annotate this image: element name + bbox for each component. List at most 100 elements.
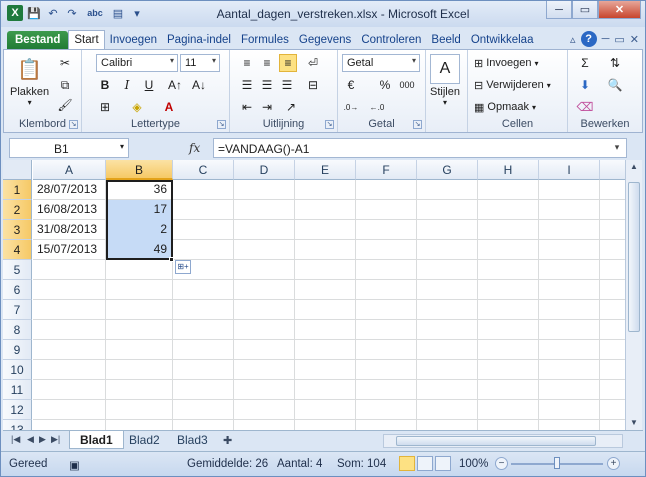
row-header-3[interactable]: 3 (3, 220, 32, 240)
cell-a3[interactable]: 31/08/2013 (34, 220, 105, 239)
row-header-7[interactable]: 7 (3, 300, 32, 320)
row-header-2[interactable]: 2 (3, 200, 32, 220)
cell-a2[interactable]: 16/08/2013 (34, 200, 105, 219)
horizontal-scrollbar[interactable] (383, 434, 623, 448)
row-header-10[interactable]: 10 (3, 360, 32, 380)
name-box[interactable]: B1 ▾ (9, 138, 129, 158)
align-right-icon[interactable]: ☰ (278, 76, 296, 94)
find-select-icon[interactable]: 🔍 (606, 76, 624, 94)
tab-invoegen[interactable]: Invoegen (105, 31, 162, 50)
align-center-icon[interactable]: ☰ (258, 76, 276, 94)
clipboard-launcher-icon[interactable]: ↘ (69, 120, 78, 129)
tab-formules[interactable]: Formules (236, 31, 294, 50)
formula-input[interactable]: =VANDAAG()-A1 ▾ (213, 138, 627, 158)
last-sheet-icon[interactable]: ▶| (51, 434, 60, 445)
sheet-tab-blad3[interactable]: Blad3 (167, 431, 218, 449)
grow-font-icon[interactable]: A↑ (166, 76, 184, 94)
column-header-c[interactable]: C (173, 160, 234, 180)
expand-formula-icon[interactable]: ▾ (610, 142, 624, 158)
first-sheet-icon[interactable]: |◀ (11, 434, 20, 445)
tab-pagina-indeling[interactable]: Pagina-indel (162, 31, 236, 50)
borders-icon[interactable]: ⊞ (96, 98, 114, 116)
font-name-select[interactable]: Calibri ▾ (96, 54, 178, 72)
row-header-9[interactable]: 9 (3, 340, 32, 360)
doc-close-icon[interactable]: ✕ (630, 33, 639, 46)
zoom-level[interactable]: 100% (459, 458, 488, 470)
fill-color-icon[interactable]: ◈ (128, 98, 146, 116)
cell-b4[interactable]: 49 (107, 240, 170, 259)
page-layout-view-icon[interactable] (417, 456, 433, 471)
vertical-scrollbar[interactable]: ▲ ▼ (625, 160, 642, 430)
paste-button[interactable]: 📋 Plakken ▾ (10, 54, 49, 108)
italic-button[interactable]: I (118, 76, 136, 94)
sheet-tab-blad1[interactable]: Blad1 (69, 431, 124, 449)
row-header-4[interactable]: 4 (3, 240, 32, 260)
align-left-icon[interactable]: ☰ (238, 76, 256, 94)
fill-handle[interactable] (169, 257, 174, 262)
align-bottom-icon[interactable]: ≡ (279, 54, 297, 72)
tab-beeld[interactable]: Beeld (426, 31, 465, 50)
fill-icon[interactable]: ⬇ (576, 76, 594, 94)
vertical-scroll-thumb[interactable] (628, 182, 640, 332)
worksheet-grid[interactable]: A B C D E F G H I 1 2 3 4 5 6 7 8 9 10 1… (3, 160, 625, 430)
percent-button[interactable]: % (376, 76, 394, 94)
scroll-down-icon[interactable]: ▼ (627, 416, 641, 430)
delete-cells-button[interactable]: ⊟ Verwijderen ▾ (474, 76, 551, 94)
tab-bestand[interactable]: Bestand (7, 31, 69, 50)
alignment-launcher-icon[interactable]: ↘ (325, 120, 334, 129)
currency-icon[interactable]: € (342, 76, 360, 94)
quick-analysis-icon[interactable]: ⊞+ (175, 260, 191, 274)
tab-ontwikkelaars[interactable]: Ontwikkelaa (466, 31, 539, 50)
shrink-font-icon[interactable]: A↓ (190, 76, 208, 94)
prev-sheet-icon[interactable]: ◀ (27, 434, 34, 445)
tab-controleren[interactable]: Controleren (356, 31, 426, 50)
increase-decimal-icon[interactable]: .0→ (342, 98, 360, 116)
styles-button[interactable]: A Stijlen ▾ (430, 54, 460, 107)
clear-icon[interactable]: ⌫ (576, 98, 594, 116)
column-header-h[interactable]: H (478, 160, 539, 180)
cell-b2[interactable]: 17 (107, 200, 170, 219)
minimize-button[interactable]: ─ (546, 1, 572, 19)
underline-button[interactable]: U (140, 76, 158, 94)
row-header-6[interactable]: 6 (3, 280, 32, 300)
page-break-view-icon[interactable] (435, 456, 451, 471)
zoom-slider-thumb[interactable] (554, 457, 560, 469)
normal-view-icon[interactable] (399, 456, 415, 471)
number-format-select[interactable]: Getal ▾ (342, 54, 420, 72)
horizontal-scroll-thumb[interactable] (396, 436, 596, 446)
align-top-icon[interactable]: ≡ (238, 54, 256, 72)
cell-a4[interactable]: 15/07/2013 (34, 240, 105, 259)
format-painter-icon[interactable]: 🖌 (56, 96, 74, 114)
font-size-select[interactable]: 11 ▾ (180, 54, 220, 72)
decrease-decimal-icon[interactable]: ←.0 (368, 98, 386, 116)
number-launcher-icon[interactable]: ↘ (413, 120, 422, 129)
align-middle-icon[interactable]: ≡ (258, 54, 276, 72)
insert-function-icon[interactable]: fx (189, 141, 200, 155)
insert-cells-button[interactable]: ⊞ Invoegen ▾ (474, 54, 539, 72)
scroll-up-icon[interactable]: ▲ (627, 160, 641, 174)
cell-a1[interactable]: 28/07/2013 (34, 180, 105, 199)
font-color-icon[interactable]: A (160, 98, 178, 116)
tab-gegevens[interactable]: Gegevens (294, 31, 356, 50)
copy-icon[interactable]: ⧉ (56, 76, 74, 94)
next-sheet-icon[interactable]: ▶ (39, 434, 46, 445)
doc-restore-icon[interactable]: ▭ (614, 33, 624, 46)
column-header-g[interactable]: G (417, 160, 478, 180)
row-header-8[interactable]: 8 (3, 320, 32, 340)
decrease-indent-icon[interactable]: ⇤ (238, 98, 256, 116)
bold-button[interactable]: B (96, 76, 114, 94)
merge-center-icon[interactable]: ⊟ (304, 76, 322, 94)
column-header-b[interactable]: B (106, 160, 173, 180)
zoom-out-icon[interactable]: − (495, 457, 508, 470)
column-header-f[interactable]: F (356, 160, 417, 180)
cell-b1[interactable]: 36 (107, 180, 170, 199)
tab-start[interactable]: Start (68, 30, 105, 50)
format-cells-button[interactable]: ▦ Opmaak ▾ (474, 98, 536, 116)
restore-button[interactable]: ▭ (572, 1, 598, 19)
cell-b3[interactable]: 2 (107, 220, 170, 239)
sort-filter-icon[interactable]: ⇅ (606, 54, 624, 72)
sheet-tab-blad2[interactable]: Blad2 (119, 431, 170, 449)
row-header-5[interactable]: 5 (3, 260, 32, 280)
doc-minimize-icon[interactable]: ─ (602, 33, 610, 45)
cut-icon[interactable]: ✂ (56, 54, 74, 72)
